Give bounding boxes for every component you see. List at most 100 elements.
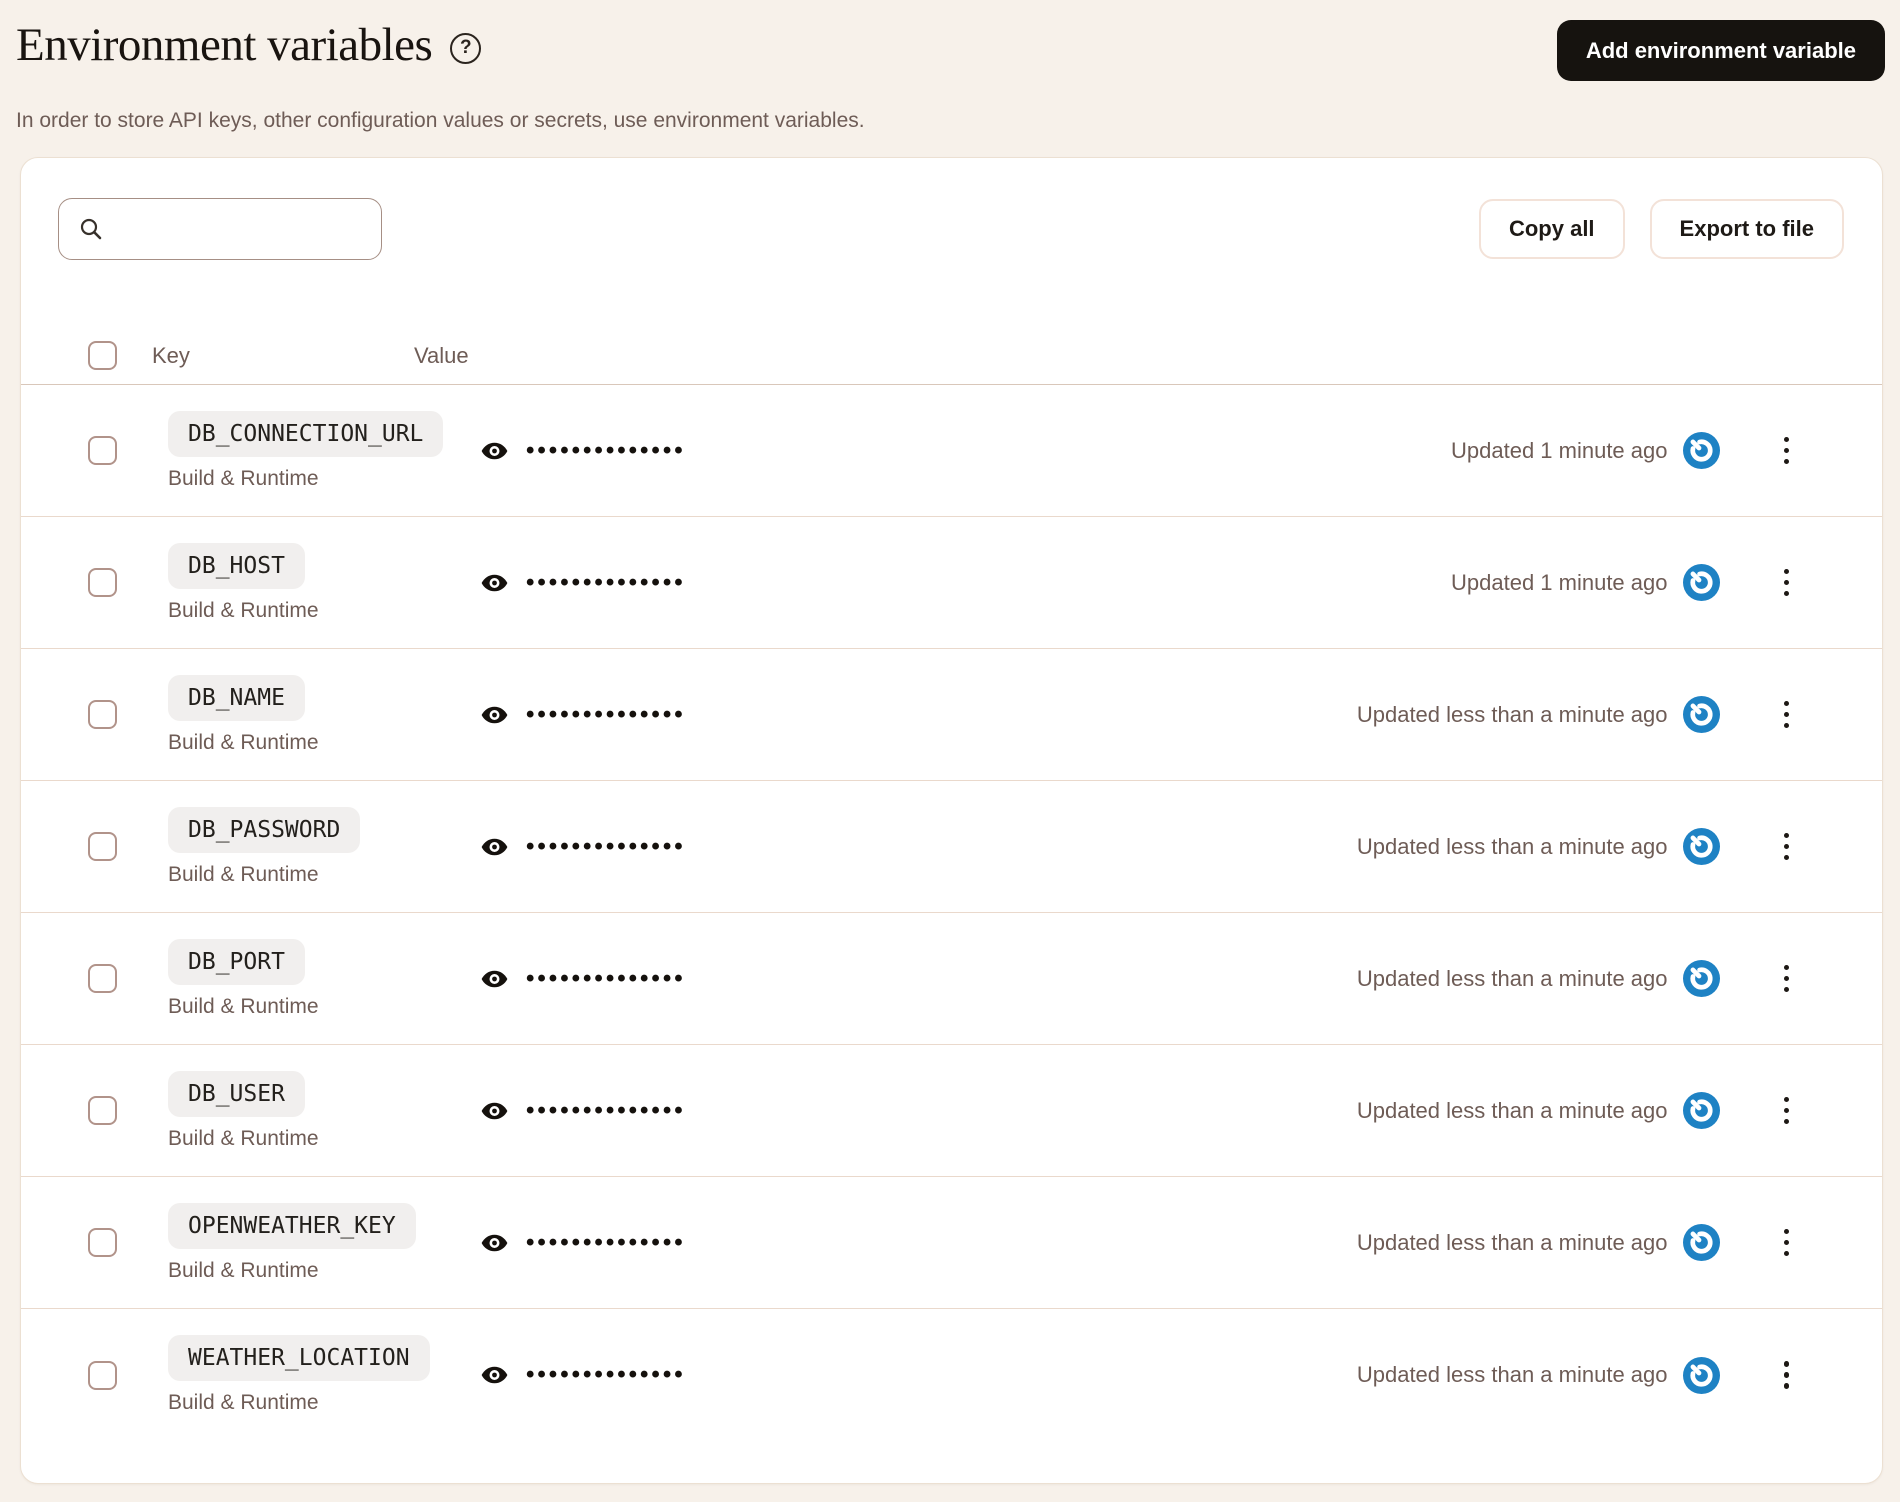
sync-status-icon (1682, 960, 1720, 997)
row-checkbox[interactable] (88, 1096, 117, 1125)
masked-value: •••••••••••••• (526, 700, 686, 728)
row-checkbox[interactable] (88, 700, 117, 729)
copy-all-button[interactable]: Copy all (1478, 199, 1625, 259)
env-key-badge: DB_PASSWORD (168, 806, 361, 853)
reveal-value-eye-icon[interactable] (481, 1365, 508, 1385)
row-checkbox[interactable] (88, 1360, 117, 1390)
search-input[interactable] (58, 198, 382, 260)
reveal-value-eye-icon[interactable] (481, 969, 508, 989)
row-menu-button[interactable] (1776, 695, 1798, 735)
env-scope-label: Build & Runtime (168, 730, 319, 754)
sync-status-icon (1682, 828, 1720, 865)
updated-timestamp: Updated 1 minute ago (1451, 569, 1668, 595)
key-cell: DB_CONNECTION_URL Build & Runtime (168, 410, 481, 491)
env-key-badge: DB_CONNECTION_URL (168, 410, 444, 457)
updated-timestamp: Updated less than a minute ago (1356, 1362, 1668, 1387)
env-key-badge: DB_USER (168, 1070, 305, 1117)
env-scope-label: Build & Runtime (168, 1126, 319, 1150)
toolbar-actions: Copy all Export to file (1478, 199, 1844, 259)
masked-value: •••••••••••••• (526, 568, 686, 596)
key-cell: DB_PASSWORD Build & Runtime (168, 806, 481, 887)
key-cell: OPENWEATHER_KEY Build & Runtime (168, 1202, 481, 1283)
key-cell: DB_PORT Build & Runtime (168, 938, 481, 1019)
row-meta: Updated 1 minute ago (1451, 563, 1882, 603)
table-row: OPENWEATHER_KEY Build & Runtime ••••••••… (21, 1177, 1882, 1309)
row-meta: Updated less than a minute ago (1357, 959, 1882, 999)
key-cell: DB_NAME Build & Runtime (168, 674, 481, 755)
sync-status-icon (1682, 432, 1720, 469)
search-wrap (58, 198, 382, 260)
row-menu-button[interactable] (1776, 1091, 1798, 1131)
row-meta: Updated less than a minute ago (1357, 1091, 1882, 1131)
value-cell: •••••••••••••• (481, 701, 686, 729)
row-meta: Updated less than a minute ago (1357, 1223, 1882, 1263)
updated-timestamp: Updated less than a minute ago (1356, 1097, 1668, 1123)
reveal-value-eye-icon[interactable] (481, 1233, 508, 1253)
masked-value: •••••••••••••• (526, 1096, 686, 1124)
updated-timestamp: Updated less than a minute ago (1356, 965, 1668, 991)
env-scope-label: Build & Runtime (168, 466, 319, 490)
reveal-value-eye-icon[interactable] (481, 837, 508, 857)
value-cell: •••••••••••••• (481, 569, 686, 597)
env-scope-label: Build & Runtime (168, 994, 319, 1018)
table-row: DB_HOST Build & Runtime •••••••••••••• U… (21, 517, 1882, 649)
help-icon[interactable]: ? (450, 32, 482, 64)
card-toolbar: Copy all Export to file (21, 158, 1882, 260)
env-scope-label: Build & Runtime (168, 1391, 319, 1414)
row-menu-button[interactable] (1776, 431, 1798, 471)
row-meta: Updated less than a minute ago (1357, 1355, 1882, 1395)
value-cell: •••••••••••••• (481, 833, 686, 861)
value-cell: •••••••••••••• (481, 1361, 686, 1389)
reveal-value-eye-icon[interactable] (481, 441, 508, 461)
key-cell: DB_USER Build & Runtime (168, 1070, 481, 1151)
row-checkbox[interactable] (88, 436, 117, 465)
table-row: DB_NAME Build & Runtime •••••••••••••• U… (21, 649, 1882, 781)
row-checkbox[interactable] (88, 964, 117, 993)
page-header: Environment variables ? Add environment … (0, 0, 1900, 81)
row-checkbox[interactable] (88, 1228, 117, 1257)
env-scope-label: Build & Runtime (168, 1258, 319, 1282)
updated-timestamp: Updated less than a minute ago (1356, 1229, 1668, 1255)
row-checkbox[interactable] (88, 832, 117, 861)
updated-timestamp: Updated less than a minute ago (1356, 833, 1668, 859)
add-environment-variable-button[interactable]: Add environment variable (1556, 20, 1885, 81)
masked-value: •••••••••••••• (526, 1228, 686, 1256)
export-to-file-button[interactable]: Export to file (1649, 199, 1844, 259)
masked-value: •••••••••••••• (526, 436, 686, 464)
row-menu-button[interactable] (1776, 1355, 1798, 1395)
row-checkbox[interactable] (88, 568, 117, 597)
updated-timestamp: Updated less than a minute ago (1356, 701, 1668, 727)
table-row: WEATHER_LOCATION Build & Runtime •••••••… (21, 1309, 1882, 1441)
sync-status-icon (1682, 696, 1720, 733)
table-header-row: Key Value (21, 327, 1882, 385)
sync-status-icon (1682, 1224, 1720, 1261)
title-row: Environment variables ? (16, 18, 482, 72)
row-menu-button[interactable] (1776, 959, 1798, 999)
page-subtitle: In order to store API keys, other config… (16, 109, 865, 132)
value-cell: •••••••••••••• (481, 437, 686, 465)
reveal-value-eye-icon[interactable] (481, 1101, 508, 1121)
sync-status-icon (1682, 564, 1720, 601)
reveal-value-eye-icon[interactable] (481, 573, 508, 593)
select-all-checkbox[interactable] (88, 341, 117, 370)
table-row: DB_CONNECTION_URL Build & Runtime ••••••… (21, 385, 1882, 517)
env-key-badge: DB_NAME (168, 674, 305, 721)
key-cell: WEATHER_LOCATION Build & Runtime (168, 1335, 481, 1415)
reveal-value-eye-icon[interactable] (481, 705, 508, 725)
env-scope-label: Build & Runtime (168, 598, 319, 622)
value-cell: •••••••••••••• (481, 965, 686, 993)
row-menu-button[interactable] (1776, 827, 1798, 867)
table-row: DB_PORT Build & Runtime •••••••••••••• U… (21, 913, 1882, 1045)
env-key-badge: DB_PORT (168, 938, 305, 985)
row-menu-button[interactable] (1776, 563, 1798, 603)
value-cell: •••••••••••••• (481, 1097, 686, 1125)
column-header-value: Value (414, 342, 469, 368)
masked-value: •••••••••••••• (526, 832, 686, 860)
page-title: Environment variables (16, 19, 433, 71)
row-menu-button[interactable] (1776, 1223, 1798, 1263)
column-header-key: Key (152, 342, 190, 368)
table-row: DB_USER Build & Runtime •••••••••••••• U… (21, 1045, 1882, 1177)
row-meta: Updated less than a minute ago (1357, 695, 1882, 735)
sync-status-icon (1682, 1356, 1720, 1394)
table-body: DB_CONNECTION_URL Build & Runtime ••••••… (21, 385, 1882, 1441)
